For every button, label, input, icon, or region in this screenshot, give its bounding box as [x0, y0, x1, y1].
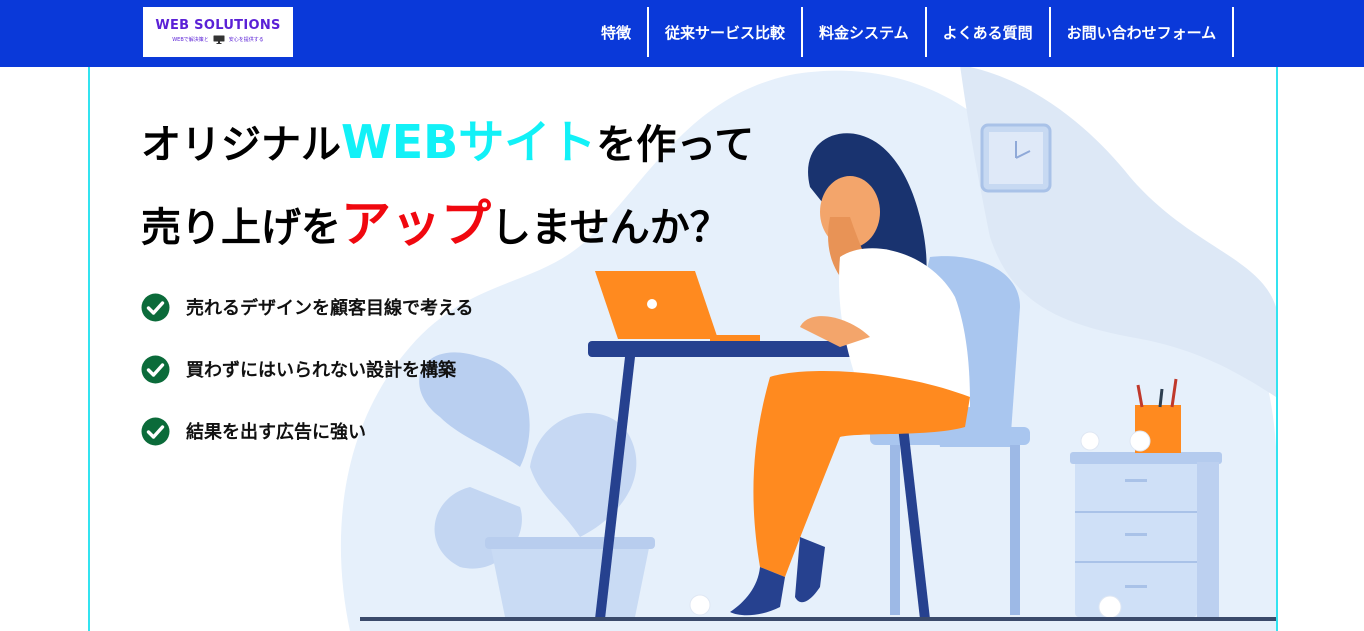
feature-item: 買わずにはいられない設計を構築 [141, 338, 473, 400]
feature-list: 売れるデザインを顧客目線で考える 買わずにはいられない設計を構築 結果を出す広告… [141, 276, 473, 462]
hero-headline-line2: 売り上げをアップしませんか？ [141, 184, 730, 256]
nav-pricing[interactable]: 料金システム [803, 7, 927, 57]
headline1-highlight: WEBサイト [341, 115, 597, 169]
headline1-before: オリジナル [141, 122, 341, 168]
monitor-icon [213, 35, 225, 44]
nav-features[interactable]: 特徴 [584, 7, 650, 57]
feature-item: 売れるデザインを顧客目線で考える [141, 276, 473, 338]
logo-title: WEB SOLUTIONS [155, 18, 281, 33]
headline2-after: しませんか？ [491, 205, 730, 251]
nav-faq[interactable]: よくある質問 [927, 7, 1051, 57]
feature-text: 買わずにはいられない設計を構築 [186, 360, 456, 381]
main-nav: 特徴 従来サービス比較 料金システム よくある質問 お問い合わせフォーム [584, 7, 1235, 57]
headline2-highlight: アップ [341, 195, 491, 253]
feature-item: 結果を出す広告に強い [141, 400, 473, 462]
check-circle-icon [141, 293, 170, 321]
feature-text: 結果を出す広告に強い [186, 422, 366, 443]
hero-headline-line1: オリジナルWEBサイトを作って [141, 106, 754, 172]
logo-tagline-left: WEBで解決策と [172, 37, 209, 43]
nav-comparison[interactable]: 従来サービス比較 [649, 7, 804, 57]
site-header: WEB SOLUTIONS WEBで解決策と 安心を提供する 特徴 従来サービス… [0, 0, 1364, 67]
logo-tagline: WEBで解決策と 安心を提供する [143, 35, 293, 44]
check-circle-icon [141, 355, 170, 383]
nav-contact-form[interactable]: お問い合わせフォーム [1051, 7, 1235, 57]
headline1-after: を作って [596, 122, 755, 168]
feature-text: 売れるデザインを顧客目線で考える [186, 298, 474, 319]
check-circle-icon [141, 417, 170, 445]
site-logo[interactable]: WEB SOLUTIONS WEBで解決策と 安心を提供する [143, 7, 293, 57]
logo-tagline-right: 安心を提供する [228, 37, 264, 43]
headline2-before: 売り上げを [141, 205, 341, 251]
